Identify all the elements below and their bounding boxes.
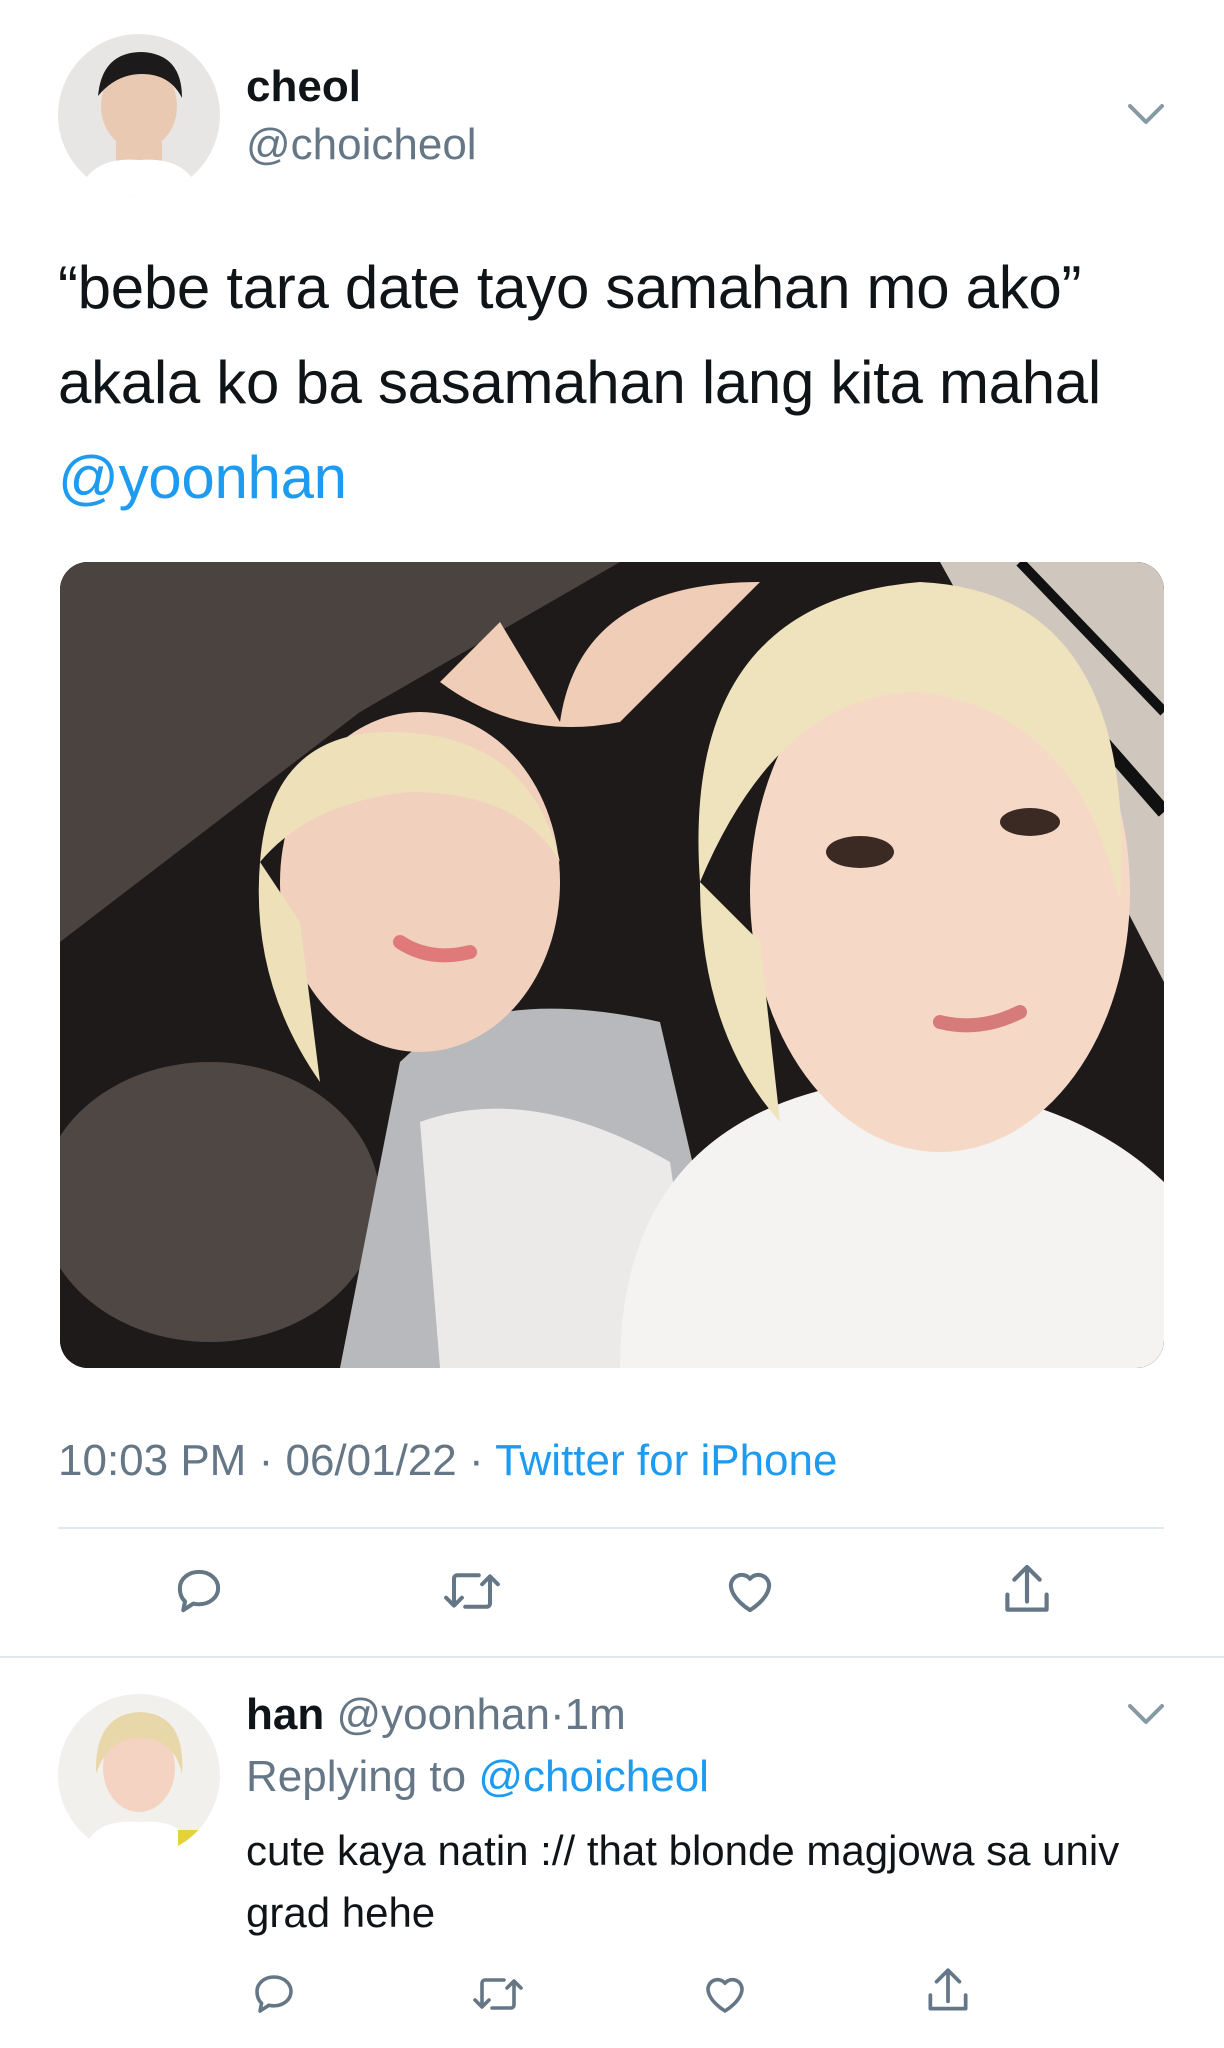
tweet-text: “bebe tara date tayo samahan mo ako” aka…: [58, 240, 1178, 525]
tweet-time: 10:03 PM: [58, 1436, 247, 1485]
divider: [58, 1527, 1164, 1529]
section-divider: [0, 1656, 1224, 1658]
reply-like-icon[interactable]: [700, 1970, 750, 2018]
replying-to: Replying to @choicheol: [246, 1752, 709, 1802]
tweet-body: “bebe tara date tayo samahan mo ako” aka…: [58, 254, 1101, 416]
reply-icon[interactable]: [172, 1564, 226, 1618]
reply-text: cute kaya natin :// that blonde magjowa …: [246, 1827, 1120, 1936]
reply-age: 1m: [564, 1690, 626, 1739]
author-avatar[interactable]: [58, 34, 220, 196]
reply-author-name[interactable]: han: [246, 1690, 324, 1739]
mention-link[interactable]: @yoonhan: [58, 444, 347, 511]
reply-reply-icon[interactable]: [250, 1970, 298, 2018]
share-icon[interactable]: [998, 1560, 1056, 1620]
meta-separator: ·: [468, 1436, 484, 1485]
meta-separator: ·: [258, 1436, 274, 1485]
retweet-icon[interactable]: [440, 1564, 504, 1618]
reply-retweet-icon[interactable]: [470, 1970, 526, 2018]
reply-author-handle[interactable]: @yoonhan: [336, 1690, 550, 1739]
replying-to-handle[interactable]: @choicheol: [478, 1752, 709, 1801]
tweet-meta: 10:03 PM · 06/01/22 · Twitter for iPhone: [58, 1436, 837, 1486]
chevron-down-icon[interactable]: [1126, 100, 1166, 128]
reply-chevron-down-icon[interactable]: [1126, 1700, 1166, 1728]
like-icon[interactable]: [722, 1564, 778, 1618]
replying-to-label: Replying to: [246, 1752, 467, 1801]
author-handle[interactable]: @choicheol: [246, 120, 477, 170]
tweet-date: 06/01/22: [285, 1436, 457, 1485]
tweet-photo[interactable]: [60, 562, 1164, 1368]
tweet-source-link[interactable]: Twitter for iPhone: [495, 1436, 837, 1485]
reply-separator: ·: [549, 1690, 565, 1739]
reply-author-avatar[interactable]: [58, 1694, 220, 1856]
reply-header: han @yoonhan·1m: [246, 1690, 626, 1740]
reply-share-icon[interactable]: [922, 1964, 974, 2018]
author-name[interactable]: cheol: [246, 62, 361, 112]
